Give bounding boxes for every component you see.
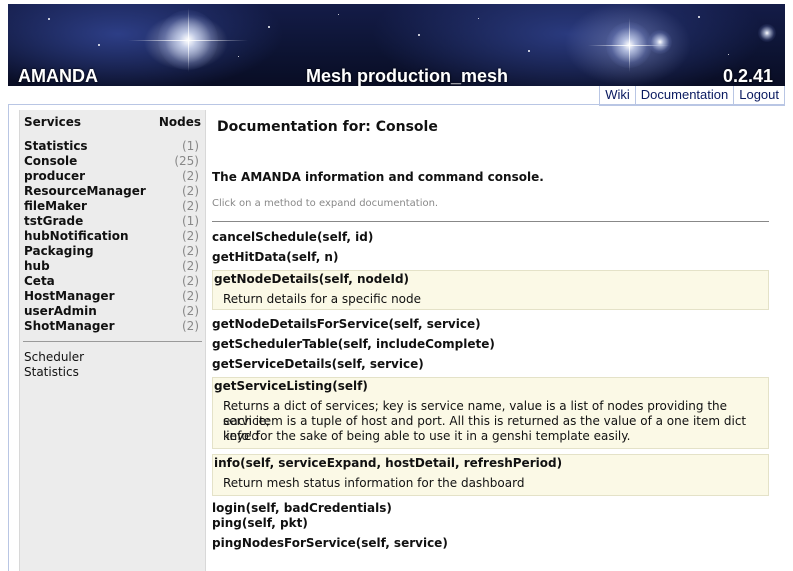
star xyxy=(98,44,100,46)
star-glow xyxy=(648,30,672,54)
service-item[interactable]: Statistics (1) xyxy=(24,139,199,154)
service-name: Packaging xyxy=(24,244,94,258)
star xyxy=(698,16,700,18)
node-count: (2) xyxy=(182,259,199,273)
hint-text: Click on a method to expand documentatio… xyxy=(212,198,439,209)
service-item[interactable]: Console (25) xyxy=(24,154,199,169)
method-get-service-details[interactable]: getServiceDetails(self, service) xyxy=(212,357,769,372)
service-item[interactable]: HostManager (2) xyxy=(24,289,199,304)
service-name: producer xyxy=(24,169,86,183)
service-name: Statistics xyxy=(24,139,88,153)
sidebar-header: Services Nodes xyxy=(24,115,201,129)
page-title: Documentation for: Console xyxy=(217,119,438,135)
node-count: (1) xyxy=(182,214,199,228)
services-column-header: Services xyxy=(24,115,82,129)
service-name: tstGrade xyxy=(24,214,84,228)
star xyxy=(728,54,729,55)
method-cancel-schedule[interactable]: cancelSchedule(self, id) xyxy=(212,230,769,245)
star xyxy=(48,18,50,20)
star xyxy=(418,34,420,36)
star-glow xyxy=(758,24,776,42)
top-nav: Wiki Documentation Logout xyxy=(599,86,785,106)
service-name: Ceta xyxy=(24,274,55,288)
method-signature: getNodeDetails(self, nodeId) xyxy=(214,272,410,286)
service-item[interactable]: hub (2) xyxy=(24,259,199,274)
nodes-column-header: Nodes xyxy=(158,115,201,129)
service-name: Console xyxy=(24,154,78,168)
service-item[interactable]: ResourceManager (2) xyxy=(24,184,199,199)
service-name: HostManager xyxy=(24,289,115,303)
service-list: Statistics (1) Console (25) producer (2) Re… xyxy=(24,139,199,334)
logout-link[interactable]: Logout xyxy=(733,86,785,106)
service-item[interactable]: tstGrade (1) xyxy=(24,214,199,229)
method-get-service-listing[interactable]: getServiceListing(self) Returns a dict o… xyxy=(212,377,769,449)
service-item[interactable]: Ceta (2) xyxy=(24,274,199,289)
method-get-hit-data[interactable]: getHitData(self, n) xyxy=(212,250,769,265)
header-banner: AMANDA Mesh production_mesh 0.2.41 xyxy=(8,4,785,86)
section-divider xyxy=(212,221,769,222)
node-count: (2) xyxy=(182,319,199,333)
method-signature: info(self, serviceExpand, hostDetail, re… xyxy=(214,456,563,470)
sidebar: Services Nodes Statistics (1) Console (25)… xyxy=(19,110,206,571)
star-beam xyxy=(629,18,630,72)
documentation-link[interactable]: Documentation xyxy=(634,86,735,106)
service-item[interactable]: producer (2) xyxy=(24,169,199,184)
method-info[interactable]: info(self, serviceExpand, hostDetail, re… xyxy=(212,454,769,496)
method-doc: Return details for a specific node xyxy=(223,292,422,306)
node-count: (2) xyxy=(182,199,199,213)
node-count: (2) xyxy=(182,184,199,198)
method-login[interactable]: login(self, badCredentials) xyxy=(212,501,769,516)
star-beam xyxy=(188,8,189,72)
version-label: 0.2.41 xyxy=(722,66,773,86)
node-count: (25) xyxy=(174,154,199,168)
star xyxy=(238,56,239,57)
node-count: (2) xyxy=(182,229,199,243)
star xyxy=(268,26,270,28)
method-ping[interactable]: ping(self, pkt) xyxy=(212,516,769,531)
content-border xyxy=(8,104,9,571)
service-item[interactable]: fileMaker (2) xyxy=(24,199,199,214)
service-name: ShotManager xyxy=(24,319,115,333)
service-description: The AMANDA information and command conso… xyxy=(212,170,544,184)
statistics-link[interactable]: Statistics xyxy=(24,365,84,380)
star xyxy=(478,18,479,19)
method-get-node-details-for-service[interactable]: getNodeDetailsForService(self, service) xyxy=(212,317,769,332)
method-ping-nodes-for-service[interactable]: pingNodesForService(self, service) xyxy=(212,536,769,551)
service-name: fileMaker xyxy=(24,199,87,213)
scheduler-link[interactable]: Scheduler xyxy=(24,350,84,365)
node-count: (2) xyxy=(182,304,199,318)
service-item[interactable]: ShotManager (2) xyxy=(24,319,199,334)
star xyxy=(338,14,339,15)
method-get-node-details[interactable]: getNodeDetails(self, nodeId) Return deta… xyxy=(212,270,769,310)
node-count: (2) xyxy=(182,244,199,258)
method-get-scheduler-table[interactable]: getSchedulerTable(self, includeComplete) xyxy=(212,337,769,352)
wiki-link[interactable]: Wiki xyxy=(599,86,636,106)
method-doc: Return mesh status information for the d… xyxy=(223,476,525,490)
node-count: (2) xyxy=(182,274,199,288)
service-item[interactable]: userAdmin (2) xyxy=(24,304,199,319)
service-item[interactable]: Packaging (2) xyxy=(24,244,199,259)
sidebar-divider xyxy=(23,341,202,342)
star xyxy=(528,50,530,52)
app-title: AMANDA xyxy=(18,66,98,86)
node-count: (2) xyxy=(182,289,199,303)
sidebar-links: Scheduler Statistics xyxy=(24,350,84,380)
service-name: userAdmin xyxy=(24,304,97,318)
method-doc-line: 'info' for the sake of being able to use… xyxy=(223,429,631,443)
service-name: hub xyxy=(24,259,50,273)
mesh-title: Mesh production_mesh xyxy=(306,66,509,86)
service-name: hubNotification xyxy=(24,229,129,243)
service-item[interactable]: hubNotification (2) xyxy=(24,229,199,244)
node-count: (2) xyxy=(182,169,199,183)
node-count: (1) xyxy=(182,139,199,153)
service-name: ResourceManager xyxy=(24,184,146,198)
content-divider xyxy=(8,104,785,105)
method-signature: getServiceListing(self) xyxy=(214,379,368,393)
